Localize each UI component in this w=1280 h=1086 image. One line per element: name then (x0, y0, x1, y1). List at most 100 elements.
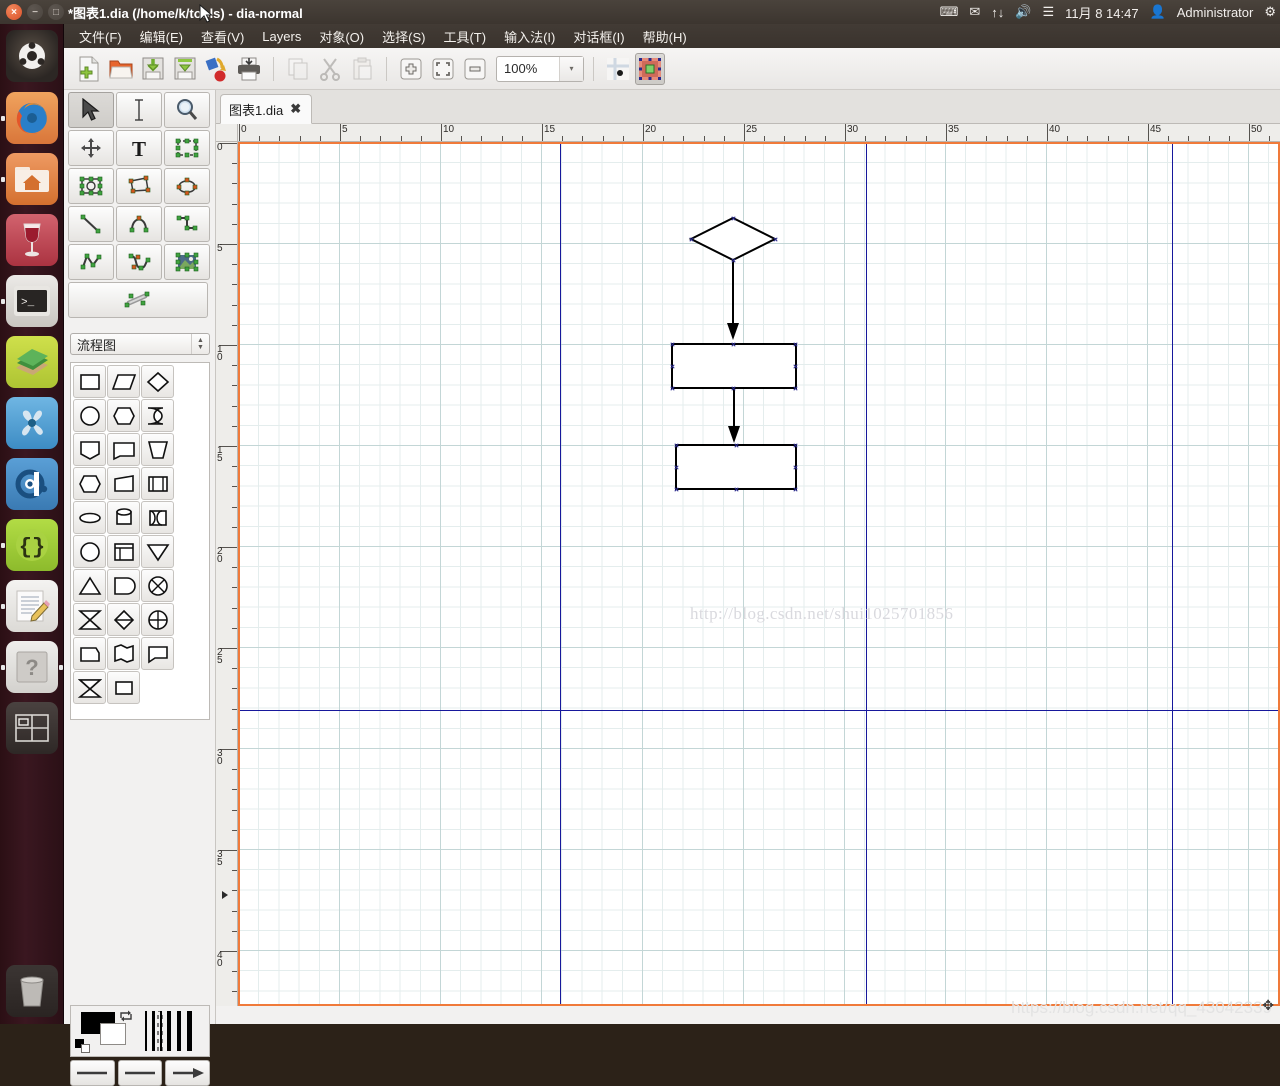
cut-icon[interactable] (315, 53, 345, 85)
shape-flow-paper-tape[interactable] (107, 637, 140, 670)
tool-modify[interactable] (68, 92, 114, 128)
user-name[interactable]: Administrator (1177, 5, 1254, 20)
shape-flow-collate[interactable] (73, 467, 106, 500)
shape-flow-process[interactable] (73, 365, 106, 398)
launcher-terminal[interactable]: >_ (6, 275, 58, 327)
shape-flow-display[interactable] (107, 433, 140, 466)
export-icon[interactable] (202, 53, 232, 85)
tool-outline[interactable] (68, 282, 208, 318)
launcher-help[interactable]: ? (6, 641, 58, 693)
shape-flow-off-page-connector[interactable] (107, 569, 140, 602)
save-icon[interactable] (138, 53, 168, 85)
launcher-trash[interactable] (6, 965, 58, 1017)
shape-flow-decision[interactable] (141, 365, 174, 398)
print-icon[interactable] (234, 53, 264, 85)
shape-flow-manual-operation[interactable] (141, 433, 174, 466)
sheet-selector-spinner[interactable]: ▲ ▼ (191, 334, 209, 354)
shape-flow-manual-input[interactable] (73, 569, 106, 602)
menu-dialogs[interactable]: 对话框(I) (564, 25, 633, 48)
resize-grip-icon[interactable]: ✥ (1262, 997, 1274, 1014)
menu-file[interactable]: 文件(F) (70, 25, 131, 48)
menu-object[interactable]: 对象(O) (310, 25, 373, 48)
shape-flow-ellipse[interactable] (73, 501, 106, 534)
shape-flow-connector[interactable] (73, 399, 106, 432)
line-style-dash-icon[interactable] (118, 1060, 163, 1086)
shape-flow-crossed-circle[interactable] (141, 603, 174, 636)
tool-scroll[interactable] (68, 130, 114, 166)
close-icon[interactable]: ✖ (290, 101, 301, 117)
document-tab[interactable]: 图表1.dia ✖ (220, 94, 312, 124)
gear-icon[interactable]: ⚙ (1264, 4, 1276, 20)
arrow-style-icon[interactable] (165, 1060, 210, 1086)
menu-icon[interactable]: ☰ (1042, 4, 1054, 20)
keyboard-icon[interactable]: ⌨ (940, 4, 959, 20)
menu-layers[interactable]: Layers (253, 27, 310, 46)
paste-icon[interactable] (347, 53, 377, 85)
tool-beziergon[interactable] (164, 168, 210, 204)
zoom-value[interactable]: 100% (497, 61, 559, 76)
launcher-ubuntu-dash[interactable] (6, 30, 58, 82)
shape-flow-collate-down[interactable] (73, 671, 106, 704)
sheet-selector[interactable]: 流程图 ▲ ▼ (70, 333, 210, 355)
save-as-icon[interactable] (170, 53, 200, 85)
launcher-brackets-editor[interactable]: {} (6, 519, 58, 571)
shape-flow-square[interactable] (107, 671, 140, 704)
launcher-workspace-switcher[interactable] (6, 702, 58, 754)
copy-icon[interactable] (283, 53, 313, 85)
network-icon[interactable]: ↑↓ (991, 5, 1004, 20)
zoom-combo[interactable]: 100%▾ (496, 56, 584, 82)
shape-flow-magnetic-drum[interactable] (107, 501, 140, 534)
open-icon[interactable] (106, 53, 136, 85)
mail-icon[interactable]: ✉ (969, 4, 980, 20)
new-icon[interactable] (74, 53, 104, 85)
clock-datetime[interactable]: 11月 8 14:47 (1065, 3, 1138, 22)
tool-zigzagline[interactable] (164, 206, 210, 242)
window-close-button[interactable]: × (6, 4, 22, 20)
shape-flow-or[interactable] (73, 603, 106, 636)
line-width-icon[interactable] (143, 1011, 203, 1051)
launcher-dia-app[interactable] (6, 458, 58, 510)
swap-colors-icon[interactable] (119, 1009, 133, 1023)
shape-flow-delay[interactable] (141, 399, 174, 432)
default-colors-bg-icon[interactable] (81, 1044, 90, 1053)
tool-image[interactable] (68, 168, 114, 204)
menu-edit[interactable]: 编辑(E) (131, 25, 192, 48)
ruler-corner[interactable] (216, 124, 238, 142)
shape-flow-preparation[interactable] (107, 399, 140, 432)
tool-line[interactable] (68, 206, 114, 242)
window-maximize-button[interactable]: □ (48, 4, 64, 20)
tool-text[interactable]: T (116, 130, 162, 166)
diagram-canvas[interactable]: http://blog.csdn.net/shui1025701856 (238, 142, 1280, 1006)
launcher-text-editor[interactable] (6, 580, 58, 632)
flowchart-node-decision[interactable] (691, 218, 775, 260)
launcher-firefox[interactable] (6, 92, 58, 144)
tool-bezierline[interactable] (116, 244, 162, 280)
menu-select[interactable]: 选择(S) (373, 25, 434, 48)
tool-magnify[interactable] (164, 92, 210, 128)
shape-flow-merge[interactable] (141, 535, 174, 568)
shape-flow-predefined-process[interactable] (107, 365, 140, 398)
flowchart-diagram[interactable] (238, 142, 1280, 1006)
chevron-down-icon[interactable]: ▾ (559, 57, 583, 81)
snap-objects-icon[interactable] (635, 53, 665, 85)
shape-flow-internal-storage[interactable] (141, 467, 174, 500)
shape-flow-extract[interactable] (73, 433, 106, 466)
shape-flow-transport[interactable] (107, 467, 140, 500)
shape-flow-direct-access-storage[interactable] (141, 501, 174, 534)
shape-flow-note[interactable] (141, 637, 174, 670)
shape-flow-punched-tape[interactable] (107, 603, 140, 636)
tool-image-object[interactable] (164, 244, 210, 280)
menu-view[interactable]: 查看(V) (192, 25, 253, 48)
launcher-files-home[interactable] (6, 153, 58, 205)
tool-arc[interactable] (116, 206, 162, 242)
menu-help[interactable]: 帮助(H) (634, 25, 696, 48)
flowchart-node-process-2[interactable] (676, 445, 796, 489)
launcher-photo-app[interactable] (6, 397, 58, 449)
tool-text-edit[interactable] (116, 92, 162, 128)
flowchart-node-process-1[interactable] (672, 344, 796, 388)
shape-flow-sort[interactable] (73, 535, 106, 568)
launcher-wine[interactable] (6, 214, 58, 266)
shape-flow-terminal[interactable] (73, 637, 106, 670)
zoom-in-icon[interactable] (396, 53, 426, 85)
shape-flow-document-multi[interactable] (107, 535, 140, 568)
